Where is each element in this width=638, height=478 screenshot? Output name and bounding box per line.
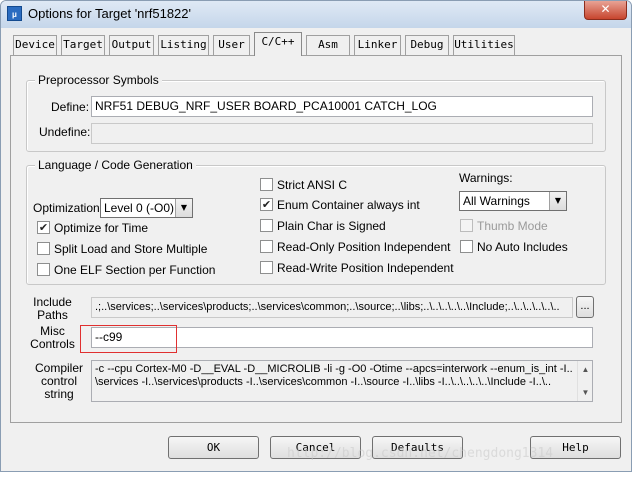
optimize-time-checkbox[interactable]: ✔ xyxy=(37,221,50,234)
include-paths-input[interactable]: .;..\services;..\services\products;..\se… xyxy=(91,297,573,318)
ok-button[interactable]: OK xyxy=(168,436,259,459)
optimization-value: Level 0 (-O0) xyxy=(104,201,175,215)
enum-int-label: Enum Container always int xyxy=(277,198,420,212)
split-load-checkbox[interactable] xyxy=(37,242,50,255)
warnings-select[interactable]: All Warnings ▼ xyxy=(459,191,567,211)
define-input[interactable]: NRF51 DEBUG_NRF_USER BOARD_PCA10001 CATC… xyxy=(91,96,593,117)
enum-int-checkbox[interactable]: ✔ xyxy=(260,198,273,211)
one-elf-checkbox[interactable] xyxy=(37,263,50,276)
split-load-label: Split Load and Store Multiple xyxy=(54,242,208,256)
plain-char-label: Plain Char is Signed xyxy=(277,219,386,233)
strict-ansi-label: Strict ANSI C xyxy=(277,178,348,192)
plain-char-checkbox[interactable] xyxy=(260,219,273,232)
optimization-label: Optimization: xyxy=(33,201,104,215)
window-title: Options for Target 'nrf51822' xyxy=(28,6,191,21)
optimization-select[interactable]: Level 0 (-O0) ▼ xyxy=(100,198,193,218)
warnings-value: All Warnings xyxy=(463,194,530,208)
warnings-label: Warnings: xyxy=(459,171,513,185)
one-elf-label: One ELF Section per Function xyxy=(54,263,216,277)
misc-controls-label: Misc Controls xyxy=(30,324,75,351)
rwpi-checkbox[interactable] xyxy=(260,261,273,274)
defaults-button[interactable]: Defaults xyxy=(372,436,463,459)
tab-listing[interactable]: Listing xyxy=(158,35,209,55)
compiler-control-line2: \services -I..\services\products -I..\se… xyxy=(95,376,552,388)
optimize-time-label: Optimize for Time xyxy=(54,221,149,235)
chevron-down-icon[interactable]: ▼ xyxy=(175,199,192,217)
app-icon: μ xyxy=(7,6,22,21)
scroll-up-icon[interactable]: ▲ xyxy=(578,363,592,376)
browse-include-button[interactable]: ... xyxy=(576,296,594,318)
thumb-mode-checkbox xyxy=(460,219,473,232)
tab-debug[interactable]: Debug xyxy=(405,35,449,55)
tab-user[interactable]: User xyxy=(213,35,250,55)
no-auto-includes-label: No Auto Includes xyxy=(477,240,568,254)
include-paths-label: Include Paths xyxy=(33,295,72,322)
thumb-mode-label: Thumb Mode xyxy=(477,219,548,233)
compiler-control-scrollbar[interactable]: ▲ ▼ xyxy=(577,361,592,401)
tab-target[interactable]: Target xyxy=(61,35,105,55)
undefine-input[interactable] xyxy=(91,123,593,144)
ropi-checkbox[interactable] xyxy=(260,240,273,253)
help-button[interactable]: Help xyxy=(530,436,621,459)
tab-output[interactable]: Output xyxy=(109,35,154,55)
misc-controls-input[interactable]: --c99 xyxy=(91,327,593,348)
tab-linker[interactable]: Linker xyxy=(354,35,401,55)
compiler-control-label: Compiler control string xyxy=(34,361,83,401)
compiler-control-line1: -c --cpu Cortex-M0 -D__EVAL -D__MICROLIB… xyxy=(95,363,576,375)
rwpi-label: Read-Write Position Independent xyxy=(277,261,454,275)
chevron-down-icon[interactable]: ▼ xyxy=(549,192,566,210)
no-auto-includes-checkbox[interactable] xyxy=(460,240,473,253)
undefine-label: Undefine: xyxy=(39,125,91,139)
ropi-label: Read-Only Position Independent xyxy=(277,240,451,254)
language-group-title: Language / Code Generation xyxy=(35,158,196,172)
title-bar: μ Options for Target 'nrf51822' ✕ xyxy=(1,1,631,28)
preprocessor-group-title: Preprocessor Symbols xyxy=(35,73,162,87)
tab-cpp[interactable]: C/C++ xyxy=(254,32,302,56)
tab-asm[interactable]: Asm xyxy=(306,35,350,55)
scroll-down-icon[interactable]: ▼ xyxy=(578,386,592,399)
cancel-button[interactable]: Cancel xyxy=(270,436,361,459)
tab-utilities[interactable]: Utilities xyxy=(453,35,515,55)
compiler-control-text[interactable]: -c --cpu Cortex-M0 -D__EVAL -D__MICROLIB… xyxy=(91,360,593,402)
strict-ansi-checkbox[interactable] xyxy=(260,178,273,191)
tab-device[interactable]: Device xyxy=(13,35,57,55)
close-icon[interactable]: ✕ xyxy=(584,1,627,20)
define-label: Define: xyxy=(51,100,90,114)
